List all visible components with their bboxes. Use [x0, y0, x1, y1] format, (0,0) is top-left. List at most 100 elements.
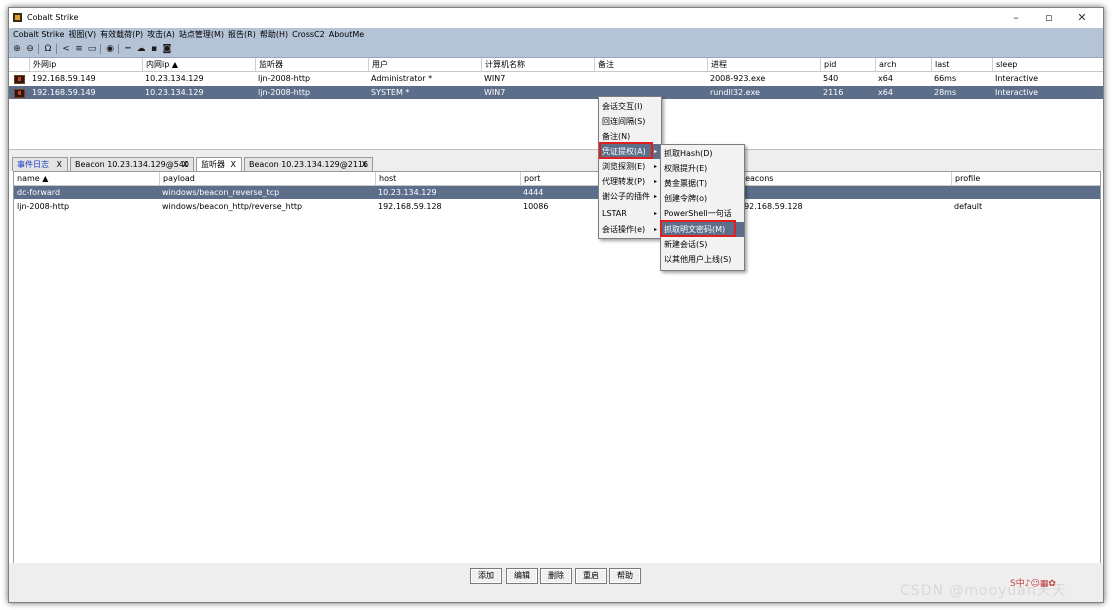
menu-crossc2[interactable]: CrossC2: [290, 28, 327, 41]
camera-icon[interactable]: ◙: [162, 44, 172, 54]
col-profile[interactable]: profile: [951, 172, 980, 185]
keys-icon[interactable]: ┅: [123, 44, 133, 54]
image-icon[interactable]: ▪: [149, 44, 159, 54]
menu-item-label: 创建令牌(o): [664, 194, 708, 203]
col-port[interactable]: port: [520, 172, 540, 185]
col-computer[interactable]: 计算机名称: [481, 58, 525, 71]
submenu-item-powershell[interactable]: PowerShell一句话(O): [661, 206, 744, 233]
session-row-selected[interactable]: 192.168.59.149 10.23.134.129 ljn-2008-ht…: [9, 86, 1103, 99]
cloud-icon[interactable]: ☁: [136, 44, 146, 54]
delete-button[interactable]: 删除: [540, 568, 572, 584]
col-process[interactable]: 进程: [707, 58, 727, 71]
submenu-item-hashdump[interactable]: 抓取Hash(D): [661, 146, 744, 161]
submenu-arrow-icon: ▸: [653, 226, 657, 233]
list-icon[interactable]: ≡: [74, 44, 84, 54]
submenu-arrow-icon: ▸: [653, 163, 657, 170]
credentials-submenu: 抓取Hash(D) 权限提升(E) 黄金票据(T) 创建令牌(o) PowerS…: [660, 144, 745, 271]
submenu-item-make-token[interactable]: 创建令牌(o): [661, 191, 744, 206]
menu-item-label: 以其他用户上线(S): [664, 255, 732, 264]
close-button[interactable]: ✕: [1069, 10, 1095, 26]
cell-sleep: Interactive: [995, 74, 1039, 83]
cell-host: 192.168.59.128: [378, 202, 442, 211]
cell-internal-ip: 10.23.134.129: [145, 88, 204, 97]
cobalt-strike-window: Cobalt Strike – ▫ ✕ Cobalt Strike 视图(V) …: [8, 7, 1104, 603]
listeners-table: name ▲ payload host port beacons profile…: [13, 171, 1101, 565]
minus-circle-icon[interactable]: ⊖: [25, 44, 35, 54]
submenu-item-golden-ticket[interactable]: 黄金票据(T): [661, 176, 744, 191]
listener-row[interactable]: ljn-2008-http windows/beacon_http/revers…: [14, 200, 1100, 213]
headphones-icon[interactable]: Ω: [43, 44, 53, 54]
cell-internal-ip: 10.23.134.129: [145, 74, 204, 83]
listener-row-selected[interactable]: dc-forward windows/beacon_reverse_tcp 10…: [14, 186, 1100, 199]
menu-site-management[interactable]: 站点管理(M): [177, 28, 226, 41]
tab-listeners[interactable]: 监听器 X: [196, 157, 242, 171]
menu-item-label: 抓取Hash(D): [664, 149, 713, 158]
tab-close-icon[interactable]: X: [231, 158, 236, 172]
submenu-item-spawn[interactable]: 新建会话(S): [661, 237, 744, 252]
submenu-arrow-icon: ▸: [653, 210, 657, 217]
menu-help[interactable]: 帮助(H): [258, 28, 290, 41]
col-sleep[interactable]: sleep: [992, 58, 1017, 71]
toolbar-separator: [100, 44, 101, 54]
sessions-table: 外网ip 内网ip ▲ 监听器 用户 计算机名称 备注 进程 pid arch …: [9, 58, 1103, 148]
cell-host: 10.23.134.129: [378, 188, 437, 197]
cell-user: SYSTEM *: [371, 88, 410, 97]
tab-label: Beacon 10.23.134.129@2116: [249, 160, 369, 169]
menu-item-lstar[interactable]: LSTAR ▸: [599, 206, 661, 221]
tab-close-icon[interactable]: X: [57, 158, 62, 172]
col-note[interactable]: 备注: [594, 58, 614, 71]
window-title: Cobalt Strike: [27, 13, 79, 22]
menu-item-explore[interactable]: 浏览探测(E) ▸: [599, 159, 661, 174]
menu-item-plugin[interactable]: 谢公子的插件 ▸: [599, 189, 661, 204]
tab-beacon-2116[interactable]: Beacon 10.23.134.129@2116 X: [244, 157, 373, 171]
tab-close-icon[interactable]: X: [362, 158, 367, 172]
col-user[interactable]: 用户: [368, 58, 388, 71]
session-row[interactable]: 192.168.59.149 10.23.134.129 ljn-2008-ht…: [9, 72, 1103, 85]
minimize-button[interactable]: –: [1003, 10, 1029, 26]
col-host[interactable]: host: [375, 172, 396, 185]
menu-item-session-ops[interactable]: 会话操作(e) ▸: [599, 222, 661, 237]
col-external-ip[interactable]: 外网ip: [29, 58, 56, 71]
menu-item-interact[interactable]: 会话交互(I): [599, 99, 661, 114]
cell-pid: 540: [823, 74, 839, 83]
submenu-item-elevate[interactable]: 权限提升(E): [661, 161, 744, 176]
help-button[interactable]: 帮助: [609, 568, 641, 584]
sessions-header: 外网ip 内网ip ▲ 监听器 用户 计算机名称 备注 进程 pid arch …: [9, 58, 1103, 72]
menu-item-label: 新建会话(S): [664, 240, 708, 249]
col-name[interactable]: name ▲: [14, 172, 48, 185]
cell-name: dc-forward: [17, 188, 61, 197]
col-internal-ip[interactable]: 内网ip ▲: [142, 58, 178, 71]
tab-label: 事件日志: [17, 160, 49, 169]
col-arch[interactable]: arch: [875, 58, 896, 71]
submenu-arrow-icon: ▸: [653, 178, 657, 185]
share-icon[interactable]: <: [61, 44, 71, 54]
tab-close-icon[interactable]: X: [183, 158, 188, 172]
edit-button[interactable]: 编辑: [506, 568, 538, 584]
col-last[interactable]: last: [931, 58, 949, 71]
submenu-item-spawn-as[interactable]: 以其他用户上线(S): [661, 252, 744, 267]
col-listener[interactable]: 监听器: [255, 58, 283, 71]
menu-aboutme[interactable]: AboutMe: [327, 28, 366, 41]
tab-event-log[interactable]: 事件日志 X: [12, 157, 68, 171]
menu-payload[interactable]: 有效载荷(P): [98, 28, 145, 41]
cell-listener: ljn-2008-http: [258, 88, 311, 97]
menu-item-sleep[interactable]: 回连间隔(S): [599, 114, 661, 129]
menu-item-label: 谢公子的插件: [602, 192, 650, 201]
restart-button[interactable]: 重启: [575, 568, 607, 584]
globe-icon[interactable]: ◉: [105, 44, 115, 54]
menu-attack[interactable]: 攻击(A): [145, 28, 177, 41]
add-button[interactable]: 添加: [470, 568, 502, 584]
menu-view[interactable]: 视图(V): [66, 28, 98, 41]
col-payload[interactable]: payload: [159, 172, 195, 185]
toolbar-separator: [38, 44, 39, 54]
restore-button[interactable]: ▫: [1036, 10, 1062, 26]
menu-item-pivoting[interactable]: 代理转发(P) ▸: [599, 174, 661, 189]
menu-cobalt-strike[interactable]: Cobalt Strike: [9, 28, 66, 41]
col-pid[interactable]: pid: [820, 58, 836, 71]
menu-item-label: 黄金票据(T): [664, 179, 708, 188]
listeners-header: name ▲ payload host port beacons profile: [14, 172, 1100, 186]
monitor-icon[interactable]: ▭: [87, 44, 97, 54]
tab-beacon-540[interactable]: Beacon 10.23.134.129@540 X: [70, 157, 194, 171]
menu-report[interactable]: 报告(R): [226, 28, 258, 41]
plus-circle-icon[interactable]: ⊕: [12, 44, 22, 54]
